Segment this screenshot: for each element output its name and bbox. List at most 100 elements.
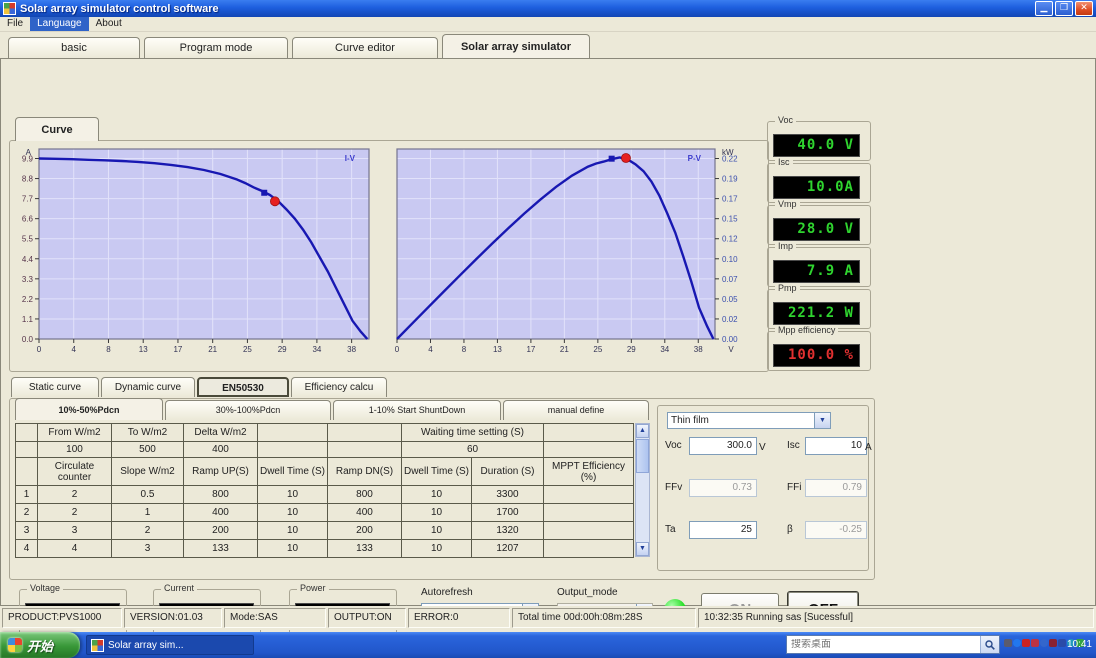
readout-label: Isc — [775, 157, 793, 167]
field-input-ta[interactable]: 25 — [689, 521, 757, 539]
tray-icon-3[interactable] — [1022, 639, 1030, 647]
status-bar: PRODUCT:PVS1000 VERSION:01.03 Mode:SAS OUTP… — [0, 606, 1096, 630]
readout-imp: Imp 7.9 A — [767, 241, 871, 287]
header-cell: From W/m2 — [37, 423, 112, 442]
data-cell[interactable]: 10 — [401, 503, 472, 522]
header-cell: 60 — [401, 441, 544, 458]
tick-label: 17 — [526, 345, 535, 354]
field-input-voc[interactable]: 300.0 — [689, 437, 757, 455]
header-cell: Slope W/m2 — [111, 457, 184, 486]
data-cell[interactable]: 10 — [401, 521, 472, 540]
tab-manual-define[interactable]: manual define — [503, 400, 649, 420]
main-tab-strip: basic Program mode Curve editor Solar array… — [8, 34, 590, 58]
menu-item-about[interactable]: About — [89, 17, 129, 31]
table-header-row: 100 500 400 60 — [15, 441, 634, 458]
table-scrollbar[interactable]: ▲ ▼ — [635, 423, 650, 557]
data-cell[interactable]: 1 — [111, 503, 184, 522]
data-cell[interactable] — [543, 503, 634, 522]
data-cell[interactable]: 200 — [183, 521, 258, 540]
data-cell[interactable]: 800 — [183, 485, 258, 504]
y-axis-unit: kW — [722, 148, 734, 157]
data-cell[interactable]: 2 — [37, 485, 112, 504]
scrollbar-thumb[interactable] — [636, 439, 649, 473]
tab-30-100-pdcn[interactable]: 30%-100%Pdcn — [165, 400, 331, 420]
data-cell[interactable]: 200 — [327, 521, 402, 540]
tab-static-curve[interactable]: Static curve — [11, 377, 99, 397]
chevron-down-icon[interactable]: ▼ — [814, 413, 830, 428]
data-cell[interactable]: 0.5 — [111, 485, 184, 504]
row-number-cell: 3 — [15, 521, 38, 540]
data-cell[interactable] — [543, 485, 634, 504]
data-cell[interactable]: 10 — [401, 539, 472, 558]
tray-icon-4[interactable] — [1031, 639, 1039, 647]
tab-basic[interactable]: basic — [8, 37, 140, 58]
tray-icon-5[interactable] — [1040, 639, 1048, 647]
field-input-isc[interactable]: 10 — [805, 437, 867, 455]
data-cell[interactable] — [543, 539, 634, 558]
maximize-button[interactable]: ❒ — [1055, 1, 1073, 16]
table-header-row: From W/m2 To W/m2 Delta W/m2 Waiting time s… — [15, 423, 634, 442]
taskbar: 开始 Solar array sim... 10:41 — [0, 632, 1096, 658]
windows-flag-icon — [8, 638, 22, 652]
data-cell[interactable]: 400 — [327, 503, 402, 522]
tray-icon-6[interactable] — [1049, 639, 1057, 647]
data-cell[interactable]: 133 — [183, 539, 258, 558]
tab-1-10-start-shuntdown[interactable]: 1-10% Start ShuntDown — [333, 400, 501, 420]
search-icon[interactable] — [980, 636, 999, 653]
data-cell[interactable]: 10 — [257, 485, 328, 504]
search-input[interactable] — [787, 639, 980, 650]
header-cell — [15, 457, 38, 486]
status-segment-3: Mode:SAS — [224, 608, 326, 628]
data-cell[interactable]: 1700 — [471, 503, 544, 522]
data-cell[interactable]: 2 — [111, 521, 184, 540]
close-button[interactable]: ✕ — [1075, 1, 1093, 16]
data-cell[interactable]: 1320 — [471, 521, 544, 540]
data-cell[interactable]: 800 — [327, 485, 402, 504]
status-segment-5: ERROR:0 — [408, 608, 510, 628]
tab-dynamic-curve[interactable]: Dynamic curve — [101, 377, 195, 397]
tab-program-mode[interactable]: Program mode — [144, 37, 288, 58]
tick-label: 0.05 — [722, 295, 738, 304]
header-cell: Delta W/m2 — [183, 423, 258, 442]
data-cell[interactable]: 2 — [37, 503, 112, 522]
taskbar-task-solar-array[interactable]: Solar array sim... — [86, 635, 254, 655]
data-cell[interactable]: 10 — [257, 521, 328, 540]
data-cell[interactable]: 10 — [257, 539, 328, 558]
tray-icon-7[interactable] — [1058, 639, 1066, 647]
readout-pmp: Pmp 221.2 W — [767, 283, 871, 329]
data-cell[interactable]: 3 — [37, 521, 112, 540]
minimize-button[interactable]: ▁ — [1035, 1, 1053, 16]
data-cell[interactable]: 3 — [111, 539, 184, 558]
data-cell[interactable]: 10 — [257, 503, 328, 522]
tick-label: 25 — [243, 345, 252, 354]
tick-label: 0.0 — [22, 335, 34, 344]
tray-icon-1[interactable] — [1004, 639, 1012, 647]
data-cell[interactable]: 3300 — [471, 485, 544, 504]
data-cell[interactable]: 10 — [401, 485, 472, 504]
data-cell[interactable]: 1207 — [471, 539, 544, 558]
data-cell[interactable]: 400 — [183, 503, 258, 522]
header-cell: MPPT Efficiency (%) — [543, 457, 634, 486]
tick-label: 3.3 — [22, 275, 34, 284]
tab-curve[interactable]: Curve — [15, 117, 99, 141]
tray-icon-2[interactable] — [1013, 639, 1021, 647]
tab-en50530[interactable]: EN50530 — [197, 377, 289, 397]
scroll-up-arrow-icon[interactable]: ▲ — [636, 424, 649, 438]
tab-efficiency-calcu[interactable]: Efficiency calcu — [291, 377, 387, 397]
tab-solar-array-simulator[interactable]: Solar array simulator — [442, 34, 590, 58]
scroll-down-arrow-icon[interactable]: ▼ — [636, 542, 649, 556]
data-cell[interactable] — [543, 521, 634, 540]
data-cell[interactable]: 4 — [37, 539, 112, 558]
profile-select[interactable]: Thin film ▼ — [667, 412, 831, 429]
tab-10-50-pdcn[interactable]: 10%-50%Pdcn — [15, 398, 163, 420]
tab-curve-editor[interactable]: Curve editor — [292, 37, 438, 58]
menu-item-language[interactable]: Language — [30, 17, 89, 31]
start-button[interactable]: 开始 — [0, 632, 80, 658]
tick-label: 29 — [278, 345, 287, 354]
header-cell — [327, 423, 402, 442]
desktop-search-box[interactable] — [786, 635, 1000, 654]
data-cell[interactable]: 133 — [327, 539, 402, 558]
tick-label: 1.1 — [22, 315, 34, 324]
chart-legend: I-V — [345, 154, 356, 163]
menu-item-file[interactable]: File — [0, 17, 30, 31]
